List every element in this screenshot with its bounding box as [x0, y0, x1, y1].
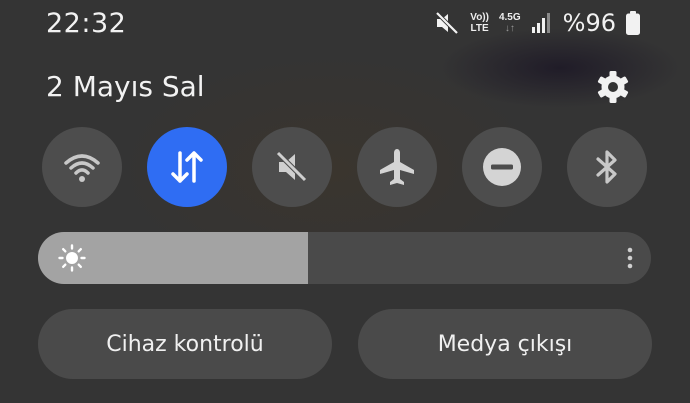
wifi-icon — [64, 154, 100, 182]
device-control-button[interactable]: Cihaz kontrolü — [38, 309, 332, 379]
bluetooth-icon — [596, 150, 617, 184]
mute-icon — [435, 11, 459, 35]
status-bar: 22:32 Vo)) LTE 4.5G ↓↑ %96 — [0, 0, 690, 46]
sun-icon — [58, 244, 86, 272]
more-options-icon[interactable] — [627, 246, 633, 270]
battery-icon — [626, 11, 640, 35]
clock: 22:32 — [46, 8, 127, 39]
panel-date: 2 Mayıs Sal — [46, 70, 205, 103]
toggle-mobile-data[interactable] — [147, 127, 227, 207]
toggle-airplane[interactable] — [357, 127, 437, 207]
mute-icon — [276, 151, 307, 182]
dnd-icon — [483, 148, 521, 186]
signal-icon — [531, 13, 550, 33]
data-arrows-icon — [171, 151, 203, 183]
toggle-sound[interactable] — [252, 127, 332, 207]
lte-label: LTE — [470, 23, 489, 34]
media-output-button[interactable]: Medya çıkışı — [358, 309, 652, 379]
status-icons: Vo)) LTE 4.5G ↓↑ %96 — [434, 8, 640, 38]
net-type-label: 4.5G — [498, 12, 521, 23]
battery-percent: %96 — [562, 9, 616, 37]
settings-button[interactable] — [594, 68, 632, 106]
quick-toggles — [42, 127, 652, 207]
data-activity-icon: 4.5G ↓↑ — [499, 12, 521, 34]
toggle-wifi[interactable] — [42, 127, 122, 207]
volte-label: Vo)) — [470, 12, 489, 23]
brightness-slider[interactable] — [38, 232, 651, 284]
toggle-bluetooth[interactable] — [567, 127, 647, 207]
data-arrows-small: ↓↑ — [504, 23, 515, 34]
toggle-do-not-disturb[interactable] — [462, 127, 542, 207]
gear-icon — [597, 71, 629, 103]
airplane-icon — [380, 149, 414, 185]
volte-icon: Vo)) LTE — [470, 12, 489, 34]
